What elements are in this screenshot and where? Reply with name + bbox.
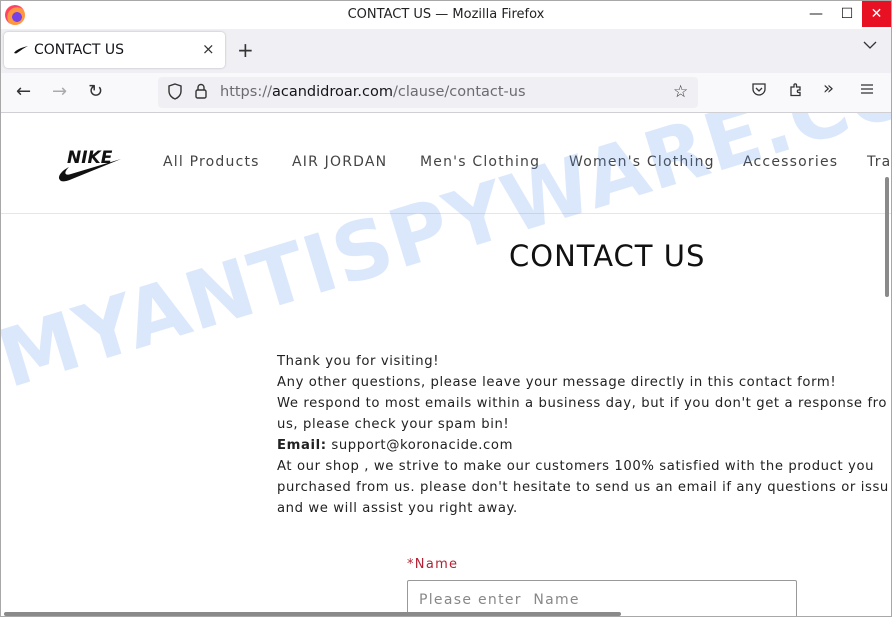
- url-bar[interactable]: https://acandidroar.com/clause/contact-u…: [158, 77, 698, 108]
- hamburger-menu-icon[interactable]: [860, 81, 874, 100]
- email-label: Email:: [277, 438, 327, 453]
- contact-info-text: Thank you for visiting! Any other questi…: [277, 351, 891, 519]
- nav-mens-clothing[interactable]: Men's Clothing: [420, 154, 540, 170]
- title-bar: CONTACT US — Mozilla Firefox — ☐ ✕: [1, 1, 891, 29]
- tab-label: CONTACT US: [34, 42, 124, 58]
- back-button[interactable]: ←: [16, 81, 31, 102]
- text-line: At our shop , we strive to make our cust…: [277, 459, 875, 474]
- nav-womens-clothing[interactable]: Women's Clothing: [569, 154, 715, 170]
- new-tab-button[interactable]: +: [237, 38, 254, 62]
- minimize-button[interactable]: —: [801, 1, 831, 27]
- url-path: /clause/contact-us: [392, 84, 526, 100]
- site-header: NIKE All Products AIR JORDAN Men's Cloth…: [1, 113, 891, 214]
- url-host: acandidroar.com: [271, 84, 393, 100]
- nav-air-jordan[interactable]: AIR JORDAN: [292, 154, 387, 170]
- page-title: CONTACT US: [509, 239, 706, 273]
- page-viewport: NIKE All Products AIR JORDAN Men's Cloth…: [1, 113, 891, 616]
- url-scheme: https://: [220, 84, 272, 100]
- text-line: purchased from us. please don't hesitate…: [277, 480, 889, 495]
- nav-accessories[interactable]: Accessories: [743, 154, 838, 170]
- navigation-toolbar: ← → ↻ https://acandidroar.com/clause/con…: [1, 73, 891, 113]
- pocket-icon[interactable]: [751, 81, 767, 101]
- overflow-menu-icon[interactable]: »: [823, 78, 834, 99]
- maximize-button[interactable]: ☐: [832, 1, 862, 27]
- text-line: We respond to most emails within a busin…: [277, 396, 888, 411]
- lock-icon[interactable]: [194, 83, 208, 104]
- text-line: and we will assist you right away.: [277, 501, 518, 516]
- email-line: Email: support@koronacide.com: [277, 435, 891, 456]
- close-tab-icon[interactable]: ×: [202, 40, 215, 58]
- vertical-scrollbar[interactable]: [885, 177, 889, 297]
- window-title: CONTACT US — Mozilla Firefox: [347, 7, 545, 22]
- text-line: Any other questions, please leave your m…: [277, 375, 837, 390]
- nav-all-products[interactable]: All Products: [163, 154, 260, 170]
- email-address[interactable]: support@koronacide.com: [327, 438, 513, 453]
- chevron-down-icon: [863, 41, 877, 49]
- nike-swoosh-icon: [14, 44, 28, 57]
- nav-truncated-item[interactable]: Tra: [867, 154, 891, 170]
- tab-strip: CONTACT US × +: [1, 29, 891, 73]
- close-window-button[interactable]: ✕: [862, 1, 891, 27]
- url-text[interactable]: https://acandidroar.com/clause/contact-u…: [220, 84, 526, 100]
- tab-contact-us[interactable]: CONTACT US ×: [4, 32, 225, 68]
- reload-button[interactable]: ↻: [88, 81, 103, 102]
- extensions-icon[interactable]: [788, 81, 804, 101]
- nike-logo[interactable]: NIKE: [57, 147, 123, 183]
- browser-window: CONTACT US — Mozilla Firefox — ☐ ✕ CONTA…: [0, 0, 892, 617]
- shield-icon[interactable]: [167, 83, 183, 104]
- text-line: us, please check your spam bin!: [277, 417, 510, 432]
- name-field-label: *Name: [407, 557, 459, 572]
- text-line: Thank you for visiting!: [277, 354, 440, 369]
- horizontal-scrollbar[interactable]: [4, 612, 621, 616]
- bookmark-star-icon[interactable]: ☆: [673, 82, 688, 102]
- list-all-tabs-button[interactable]: [863, 39, 877, 54]
- forward-button[interactable]: →: [52, 81, 67, 102]
